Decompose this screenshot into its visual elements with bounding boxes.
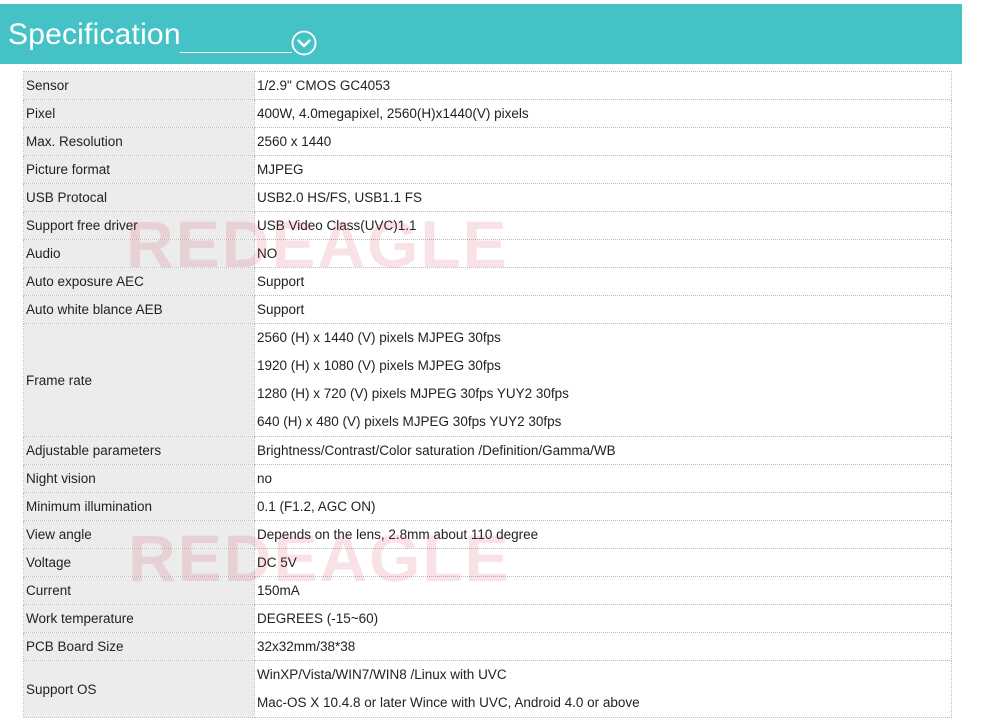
spec-label: Voltage: [23, 548, 255, 577]
spec-row-aec: Auto exposure AEC Support: [23, 267, 952, 296]
spec-value: MJPEG: [254, 155, 952, 184]
spec-value: 400W, 4.0megapixel, 2560(H)x1440(V) pixe…: [254, 99, 952, 128]
spec-row-pixel: Pixel 400W, 4.0megapixel, 2560(H)x1440(V…: [23, 99, 952, 128]
spec-label: USB Protocal: [23, 183, 255, 212]
spec-label: Picture format: [23, 155, 255, 184]
spec-value: Brightness/Contrast/Color saturation /De…: [254, 436, 952, 465]
spec-row-current: Current 150mA: [23, 576, 952, 605]
frame-rate-line: 2560 (H) x 1440 (V) pixels MJPEG 30fps: [257, 330, 501, 345]
spec-row-audio: Audio NO: [23, 239, 952, 268]
spec-label: Audio: [23, 239, 255, 268]
spec-row-support-os: Support OS WinXP/Vista/WIN7/WIN8 /Linux …: [23, 660, 952, 718]
spec-row-night-vision: Night vision no: [23, 464, 952, 493]
spec-value: 32x32mm/38*38: [254, 632, 952, 661]
frame-rate-line: 1920 (H) x 1080 (V) pixels MJPEG 30fps: [257, 358, 501, 373]
spec-row-aeb: Auto white blance AEB Support: [23, 295, 952, 324]
spec-row-picture-format: Picture format MJPEG: [23, 155, 952, 184]
spec-value: Support: [254, 295, 952, 324]
spec-value: USB Video Class(UVC)1.1: [254, 211, 952, 240]
spec-label: Auto white blance AEB: [23, 295, 255, 324]
spec-row-driver: Support free driver USB Video Class(UVC)…: [23, 211, 952, 240]
spec-row-view-angle: View angle Depends on the lens, 2.8mm ab…: [23, 520, 952, 549]
spec-row-min-illumination: Minimum illumination 0.1 (F1.2, AGC ON): [23, 492, 952, 521]
spec-row-frame-rate: Frame rate 2560 (H) x 1440 (V) pixels MJ…: [23, 323, 952, 437]
spec-value: no: [254, 464, 952, 493]
spec-value: NO: [254, 239, 952, 268]
spec-label: Auto exposure AEC: [23, 267, 255, 296]
spec-label: Pixel: [23, 99, 255, 128]
spec-row-voltage: Voltage DC 5V: [23, 548, 952, 577]
spec-value: Support: [254, 267, 952, 296]
spec-value: 150mA: [254, 576, 952, 605]
title-underline: [180, 52, 292, 53]
spec-table: Sensor 1/2.9" CMOS GC4053 Pixel 400W, 4.…: [23, 71, 952, 718]
spec-label: Support free driver: [23, 211, 255, 240]
support-os-line: WinXP/Vista/WIN7/WIN8 /Linux with UVC: [257, 667, 507, 682]
spec-label: Minimum illumination: [23, 492, 255, 521]
spec-row-sensor: Sensor 1/2.9" CMOS GC4053: [23, 71, 952, 100]
spec-value: 0.1 (F1.2, AGC ON): [254, 492, 952, 521]
spec-value: DC 5V: [254, 548, 952, 577]
spec-row-usb-protocol: USB Protocal USB2.0 HS/FS, USB1.1 FS: [23, 183, 952, 212]
spec-label: Max. Resolution: [23, 127, 255, 156]
spec-label: Current: [23, 576, 255, 605]
spec-label: Frame rate: [23, 323, 255, 437]
support-os-line: Mac-OS X 10.4.8 or later Wince with UVC,…: [257, 695, 640, 710]
spec-label: Adjustable parameters: [23, 436, 255, 465]
frame-rate-line: 1280 (H) x 720 (V) pixels MJPEG 30fps YU…: [257, 386, 569, 401]
spec-value: DEGREES (-15~60): [254, 604, 952, 633]
spec-label: Work temperature: [23, 604, 255, 633]
spec-value: 1/2.9" CMOS GC4053: [254, 71, 952, 100]
spec-value: USB2.0 HS/FS, USB1.1 FS: [254, 183, 952, 212]
spec-label: Sensor: [23, 71, 255, 100]
spec-row-pcb-size: PCB Board Size 32x32mm/38*38: [23, 632, 952, 661]
spec-label: View angle: [23, 520, 255, 549]
spec-row-work-temperature: Work temperature DEGREES (-15~60): [23, 604, 952, 633]
spec-label: Support OS: [23, 660, 255, 718]
spec-value-multiline: WinXP/Vista/WIN7/WIN8 /Linux with UVC Ma…: [254, 660, 952, 718]
section-title: Specification: [8, 18, 181, 51]
spec-value: Depends on the lens, 2.8mm about 110 deg…: [254, 520, 952, 549]
spec-value: 2560 x 1440: [254, 127, 952, 156]
frame-rate-line: 640 (H) x 480 (V) pixels MJPEG 30fps YUY…: [257, 414, 562, 429]
spec-label: PCB Board Size: [23, 632, 255, 661]
spec-label: Night vision: [23, 464, 255, 493]
spec-value-multiline: 2560 (H) x 1440 (V) pixels MJPEG 30fps 1…: [254, 323, 952, 437]
chevron-down-circle-icon[interactable]: [291, 30, 317, 56]
spec-row-adjustable: Adjustable parameters Brightness/Contras…: [23, 436, 952, 465]
section-header: Specification: [0, 4, 962, 64]
spec-row-max-resolution: Max. Resolution 2560 x 1440: [23, 127, 952, 156]
